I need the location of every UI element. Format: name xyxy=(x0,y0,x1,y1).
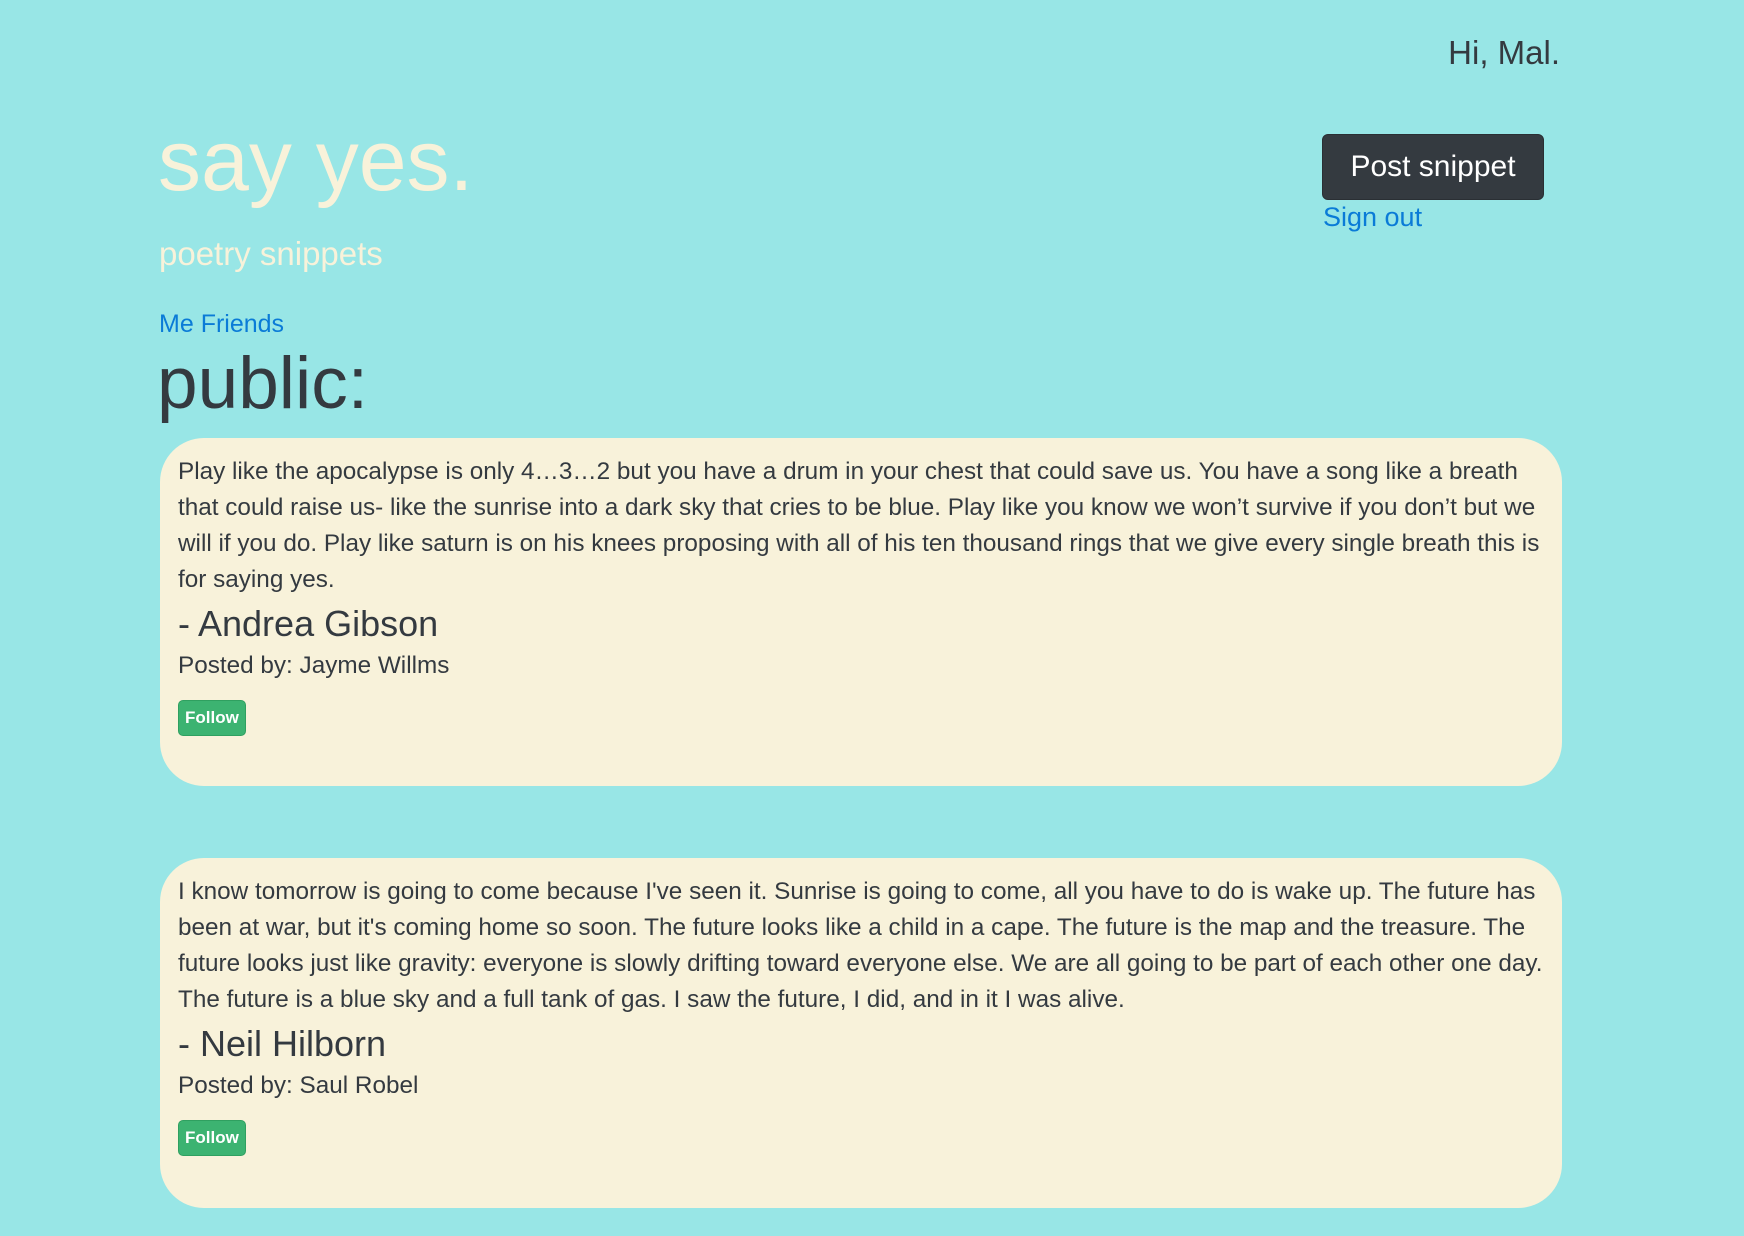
nav-link-friends[interactable]: Friends xyxy=(201,310,284,338)
snippet-author: - Andrea Gibson xyxy=(178,603,439,644)
snippet-posted-by: Posted by: Jayme Willms xyxy=(178,652,450,679)
post-snippet-button[interactable]: Post snippet xyxy=(1322,134,1544,200)
snippet-text: I know tomorrow is going to come because… xyxy=(178,878,1543,1013)
site-subtitle: poetry snippets xyxy=(159,235,383,272)
follow-button[interactable]: Follow xyxy=(178,700,246,736)
sign-out-link[interactable]: Sign out xyxy=(1323,202,1422,233)
snippet-author: - Neil Hilborn xyxy=(178,1023,387,1064)
user-greeting: Hi, Mal. xyxy=(1448,34,1560,71)
snippet-posted-by: Posted by: Saul Robel xyxy=(178,1072,419,1099)
site-title: say yes. xyxy=(158,113,474,209)
snippet-card: Play like the apocalypse is only 4…3…2 b… xyxy=(160,438,1562,786)
snippet-card: I know tomorrow is going to come because… xyxy=(160,858,1562,1208)
nav-link-me[interactable]: Me xyxy=(159,310,194,338)
follow-button[interactable]: Follow xyxy=(178,1120,246,1156)
section-heading: public: xyxy=(157,343,369,424)
snippet-text: Play like the apocalypse is only 4…3…2 b… xyxy=(178,458,1540,593)
feed-nav: Me Friends xyxy=(159,310,284,339)
